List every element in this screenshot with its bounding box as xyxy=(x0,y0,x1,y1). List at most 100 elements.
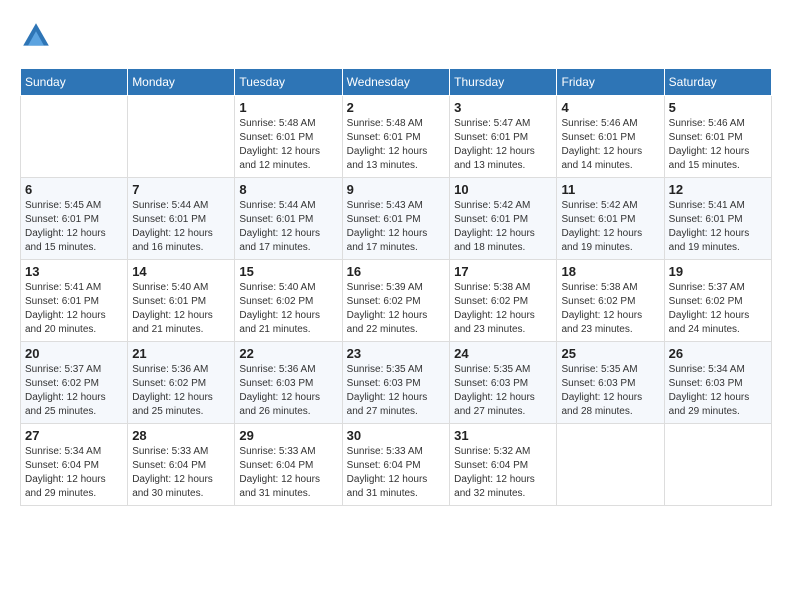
day-info: Sunrise: 5:38 AM Sunset: 6:02 PM Dayligh… xyxy=(561,281,659,337)
weekday-header-friday: Friday xyxy=(557,69,664,96)
day-number: 16 xyxy=(347,264,446,279)
day-number: 29 xyxy=(239,428,337,443)
calendar-cell xyxy=(557,424,664,506)
day-number: 6 xyxy=(25,182,123,197)
calendar-cell: 22 Sunrise: 5:36 AM Sunset: 6:03 PM Dayli… xyxy=(235,342,342,424)
day-number: 5 xyxy=(669,100,767,115)
weekday-header-monday: Monday xyxy=(128,69,235,96)
day-info: Sunrise: 5:42 AM Sunset: 6:01 PM Dayligh… xyxy=(561,199,659,255)
page-header xyxy=(20,20,772,52)
calendar-cell: 14Sunrise: 5:40 AM Sunset: 6:01 PM Dayli… xyxy=(128,260,235,342)
calendar-week-3: 13Sunrise: 5:41 AM Sunset: 6:01 PM Dayli… xyxy=(21,260,772,342)
day-number: 9 xyxy=(347,182,446,197)
logo xyxy=(20,20,56,52)
calendar-week-2: 6 Sunrise: 5:45 AM Sunset: 6:01 PM Daylig… xyxy=(21,178,772,260)
day-number: 13 xyxy=(25,264,123,279)
calendar-cell: 19 Sunrise: 5:37 AM Sunset: 6:02 PM Dayli… xyxy=(664,260,771,342)
day-number: 18 xyxy=(561,264,659,279)
day-number: 7 xyxy=(132,182,230,197)
calendar-cell: 11 Sunrise: 5:42 AM Sunset: 6:01 PM Dayli… xyxy=(557,178,664,260)
day-info: Sunrise: 5:44 AM Sunset: 6:01 PM Dayligh… xyxy=(132,199,230,255)
calendar-cell: 9 Sunrise: 5:43 AM Sunset: 6:01 PM Daylig… xyxy=(342,178,450,260)
day-info: Sunrise: 5:40 AM Sunset: 6:01 PM Dayligh… xyxy=(132,281,230,337)
day-number: 4 xyxy=(561,100,659,115)
day-number: 12 xyxy=(669,182,767,197)
day-info: Sunrise: 5:42 AM Sunset: 6:01 PM Dayligh… xyxy=(454,199,552,255)
day-number: 23 xyxy=(347,346,446,361)
calendar-cell xyxy=(128,96,235,178)
day-number: 26 xyxy=(669,346,767,361)
calendar-cell: 16 Sunrise: 5:39 AM Sunset: 6:02 PM Dayli… xyxy=(342,260,450,342)
logo-icon xyxy=(20,20,52,52)
calendar-cell: 21 Sunrise: 5:36 AM Sunset: 6:02 PM Dayli… xyxy=(128,342,235,424)
day-info: Sunrise: 5:37 AM Sunset: 6:02 PM Dayligh… xyxy=(669,281,767,337)
calendar-cell: 18 Sunrise: 5:38 AM Sunset: 6:02 PM Dayli… xyxy=(557,260,664,342)
calendar-week-5: 27Sunrise: 5:34 AM Sunset: 6:04 PM Dayli… xyxy=(21,424,772,506)
day-number: 2 xyxy=(347,100,446,115)
weekday-header-wednesday: Wednesday xyxy=(342,69,450,96)
calendar-cell: 1 Sunrise: 5:48 AM Sunset: 6:01 PM Daylig… xyxy=(235,96,342,178)
day-number: 11 xyxy=(561,182,659,197)
day-number: 15 xyxy=(239,264,337,279)
calendar-cell: 5 Sunrise: 5:46 AM Sunset: 6:01 PM Daylig… xyxy=(664,96,771,178)
calendar-cell: 6 Sunrise: 5:45 AM Sunset: 6:01 PM Daylig… xyxy=(21,178,128,260)
calendar-cell: 29 Sunrise: 5:33 AM Sunset: 6:04 PM Dayli… xyxy=(235,424,342,506)
day-info: Sunrise: 5:45 AM Sunset: 6:01 PM Dayligh… xyxy=(25,199,123,255)
day-number: 1 xyxy=(239,100,337,115)
day-number: 19 xyxy=(669,264,767,279)
weekday-header-row: SundayMondayTuesdayWednesdayThursdayFrid… xyxy=(21,69,772,96)
calendar-cell: 15 Sunrise: 5:40 AM Sunset: 6:02 PM Dayli… xyxy=(235,260,342,342)
calendar-cell: 10 Sunrise: 5:42 AM Sunset: 6:01 PM Dayli… xyxy=(450,178,557,260)
day-info: Sunrise: 5:34 AM Sunset: 6:04 PM Dayligh… xyxy=(25,445,123,501)
day-info: Sunrise: 5:47 AM Sunset: 6:01 PM Dayligh… xyxy=(454,117,552,173)
weekday-header-thursday: Thursday xyxy=(450,69,557,96)
calendar-cell: 26 Sunrise: 5:34 AM Sunset: 6:03 PM Dayli… xyxy=(664,342,771,424)
day-info: Sunrise: 5:46 AM Sunset: 6:01 PM Dayligh… xyxy=(669,117,767,173)
day-info: Sunrise: 5:33 AM Sunset: 6:04 PM Dayligh… xyxy=(239,445,337,501)
calendar-cell: 20 Sunrise: 5:37 AM Sunset: 6:02 PM Dayli… xyxy=(21,342,128,424)
calendar-cell: 4 Sunrise: 5:46 AM Sunset: 6:01 PM Daylig… xyxy=(557,96,664,178)
weekday-header-tuesday: Tuesday xyxy=(235,69,342,96)
day-number: 3 xyxy=(454,100,552,115)
weekday-header-sunday: Sunday xyxy=(21,69,128,96)
calendar-cell: 23 Sunrise: 5:35 AM Sunset: 6:03 PM Dayli… xyxy=(342,342,450,424)
day-number: 10 xyxy=(454,182,552,197)
day-info: Sunrise: 5:39 AM Sunset: 6:02 PM Dayligh… xyxy=(347,281,446,337)
calendar-cell: 17 Sunrise: 5:38 AM Sunset: 6:02 PM Dayli… xyxy=(450,260,557,342)
day-info: Sunrise: 5:43 AM Sunset: 6:01 PM Dayligh… xyxy=(347,199,446,255)
day-info: Sunrise: 5:48 AM Sunset: 6:01 PM Dayligh… xyxy=(239,117,337,173)
day-number: 20 xyxy=(25,346,123,361)
calendar-cell: 2Sunrise: 5:48 AM Sunset: 6:01 PM Daylig… xyxy=(342,96,450,178)
day-info: Sunrise: 5:38 AM Sunset: 6:02 PM Dayligh… xyxy=(454,281,552,337)
day-info: Sunrise: 5:40 AM Sunset: 6:02 PM Dayligh… xyxy=(239,281,337,337)
calendar-cell: 24Sunrise: 5:35 AM Sunset: 6:03 PM Dayli… xyxy=(450,342,557,424)
day-info: Sunrise: 5:36 AM Sunset: 6:02 PM Dayligh… xyxy=(132,363,230,419)
calendar: SundayMondayTuesdayWednesdayThursdayFrid… xyxy=(20,68,772,506)
calendar-cell: 8Sunrise: 5:44 AM Sunset: 6:01 PM Daylig… xyxy=(235,178,342,260)
day-number: 17 xyxy=(454,264,552,279)
day-info: Sunrise: 5:46 AM Sunset: 6:01 PM Dayligh… xyxy=(561,117,659,173)
calendar-cell: 25Sunrise: 5:35 AM Sunset: 6:03 PM Dayli… xyxy=(557,342,664,424)
calendar-week-4: 20 Sunrise: 5:37 AM Sunset: 6:02 PM Dayli… xyxy=(21,342,772,424)
day-info: Sunrise: 5:36 AM Sunset: 6:03 PM Dayligh… xyxy=(239,363,337,419)
calendar-cell: 7 Sunrise: 5:44 AM Sunset: 6:01 PM Daylig… xyxy=(128,178,235,260)
day-number: 28 xyxy=(132,428,230,443)
day-info: Sunrise: 5:37 AM Sunset: 6:02 PM Dayligh… xyxy=(25,363,123,419)
day-number: 22 xyxy=(239,346,337,361)
day-info: Sunrise: 5:35 AM Sunset: 6:03 PM Dayligh… xyxy=(561,363,659,419)
day-info: Sunrise: 5:44 AM Sunset: 6:01 PM Dayligh… xyxy=(239,199,337,255)
day-info: Sunrise: 5:35 AM Sunset: 6:03 PM Dayligh… xyxy=(347,363,446,419)
day-info: Sunrise: 5:33 AM Sunset: 6:04 PM Dayligh… xyxy=(347,445,446,501)
calendar-cell: 27Sunrise: 5:34 AM Sunset: 6:04 PM Dayli… xyxy=(21,424,128,506)
calendar-week-1: 1 Sunrise: 5:48 AM Sunset: 6:01 PM Daylig… xyxy=(21,96,772,178)
day-number: 24 xyxy=(454,346,552,361)
day-info: Sunrise: 5:33 AM Sunset: 6:04 PM Dayligh… xyxy=(132,445,230,501)
calendar-cell: 13Sunrise: 5:41 AM Sunset: 6:01 PM Dayli… xyxy=(21,260,128,342)
calendar-cell xyxy=(21,96,128,178)
calendar-cell xyxy=(664,424,771,506)
calendar-cell: 30Sunrise: 5:33 AM Sunset: 6:04 PM Dayli… xyxy=(342,424,450,506)
day-number: 21 xyxy=(132,346,230,361)
day-info: Sunrise: 5:34 AM Sunset: 6:03 PM Dayligh… xyxy=(669,363,767,419)
calendar-cell: 28 Sunrise: 5:33 AM Sunset: 6:04 PM Dayli… xyxy=(128,424,235,506)
calendar-cell: 31Sunrise: 5:32 AM Sunset: 6:04 PM Dayli… xyxy=(450,424,557,506)
